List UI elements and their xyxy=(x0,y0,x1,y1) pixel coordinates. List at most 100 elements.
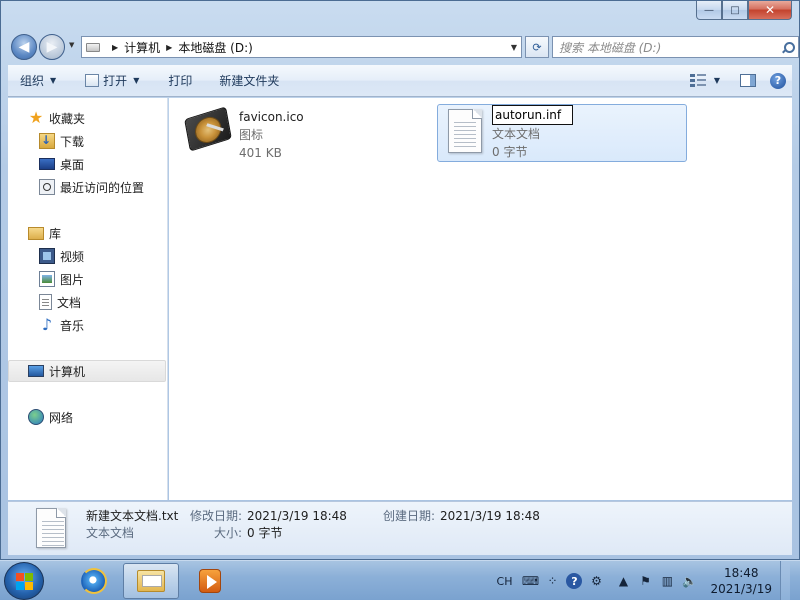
recent-places-icon xyxy=(39,179,55,195)
text-file-icon xyxy=(36,508,66,548)
sidebar-item-label: 音乐 xyxy=(60,318,85,333)
close-button[interactable]: ✕ xyxy=(748,1,792,20)
breadcrumb-arrow-icon[interactable]: ▶ xyxy=(112,43,118,52)
drive-icon xyxy=(86,42,100,52)
computer-icon xyxy=(28,365,44,377)
help-icon[interactable]: ? xyxy=(770,72,786,89)
open-button[interactable]: 打开 ▼ xyxy=(67,65,150,96)
print-button[interactable]: 打印 xyxy=(150,65,203,96)
details-created-label: 创建日期: xyxy=(383,509,436,523)
clock-date: 2021/3/19 xyxy=(710,582,772,596)
notepad-icon xyxy=(85,74,100,87)
open-label: 打开 xyxy=(103,74,128,88)
forward-button[interactable]: ▶ xyxy=(39,34,65,60)
breadcrumb-drive-d[interactable]: 本地磁盘 (D:) xyxy=(178,39,252,56)
sidebar-item-videos[interactable]: 视频 xyxy=(8,245,166,267)
organize-label: 组织 xyxy=(20,74,45,88)
show-desktop-button[interactable] xyxy=(780,561,790,600)
taskbar-ie-button[interactable] xyxy=(66,563,122,599)
clock-time: 18:48 xyxy=(723,566,759,580)
star-icon: ★ xyxy=(28,108,44,127)
file-list: favicon.ico 图标 401 KB 文本文档 0 字节 xyxy=(169,98,792,500)
details-file-name: 新建文本文档.txt xyxy=(86,509,179,523)
sidebar-item-favorites[interactable]: ★ 收藏夹 xyxy=(8,107,166,129)
video-icon xyxy=(39,248,55,264)
windows-logo-icon xyxy=(16,573,34,591)
sidebar-item-computer[interactable]: 计算机 xyxy=(8,360,166,382)
sidebar-item-label: 下载 xyxy=(60,134,85,149)
sidebar-item-libraries[interactable]: 库 xyxy=(8,222,166,244)
sidebar-item-label: 网络 xyxy=(49,410,74,425)
downloads-folder-icon xyxy=(39,133,55,149)
keyboard-icon[interactable]: ⌨ xyxy=(522,573,539,589)
file-info: 文本文档 0 字节 xyxy=(492,105,573,161)
file-item-favicon[interactable]: favicon.ico 图标 401 KB xyxy=(184,104,425,162)
taskbar-explorer-button[interactable] xyxy=(123,563,179,599)
back-button[interactable]: ◀ xyxy=(11,34,37,60)
maximize-button[interactable]: □ xyxy=(722,1,748,20)
sidebar-item-label: 计算机 xyxy=(49,364,86,379)
preview-pane-icon[interactable] xyxy=(740,74,756,87)
action-center-flag-icon[interactable]: ⚑ xyxy=(637,573,653,589)
text-file-icon xyxy=(438,105,486,153)
sidebar-item-label: 最近访问的位置 xyxy=(60,180,145,195)
search-box[interactable]: 搜索 本地磁盘 (D:) xyxy=(552,36,799,58)
view-dropdown-icon[interactable]: ▼ xyxy=(714,76,720,85)
internet-explorer-icon xyxy=(81,568,107,594)
sidebar-item-documents[interactable]: 文档 xyxy=(8,291,166,313)
network-icon xyxy=(28,409,44,425)
chevron-down-icon: ▼ xyxy=(50,76,57,85)
start-button[interactable] xyxy=(4,562,44,600)
caption-buttons: — □ ✕ xyxy=(696,1,792,20)
file-size: 401 KB xyxy=(239,146,282,160)
refresh-button[interactable]: ⟳ xyxy=(525,36,549,58)
address-dropdown-icon[interactable]: ▼ xyxy=(511,43,517,52)
details-modified-value: 2021/3/19 18:48 xyxy=(247,509,347,523)
breadcrumb-arrow-icon[interactable]: ▶ xyxy=(166,43,172,52)
toolbar-right-group: ▼ ? xyxy=(689,72,792,89)
sidebar-item-label: 收藏夹 xyxy=(49,111,86,126)
file-type: 图标 xyxy=(239,128,264,142)
file-item-autorun[interactable]: 文本文档 0 字节 xyxy=(437,104,687,162)
input-options-icon[interactable]: ⁘ xyxy=(544,573,560,589)
sidebar-item-recent-places[interactable]: 最近访问的位置 xyxy=(8,176,166,198)
hard-disk-icon xyxy=(184,104,233,152)
organize-menu[interactable]: 组织 ▼ xyxy=(8,65,67,96)
settings-icon[interactable]: ⚙ xyxy=(588,573,604,589)
recent-pages-dropdown[interactable]: ▼ xyxy=(69,41,74,49)
file-name: favicon.ico xyxy=(239,110,304,124)
desktop-icon xyxy=(39,158,55,170)
command-bar: 组织 ▼ 打开 ▼ 打印 新建文件夹 ▼ ? xyxy=(8,65,792,97)
details-size-label: 大小: xyxy=(214,526,243,540)
search-icon[interactable] xyxy=(782,41,795,53)
details-size-value: 0 字节 xyxy=(247,526,283,540)
change-view-icon[interactable] xyxy=(689,73,706,88)
sidebar-item-network[interactable]: 网络 xyxy=(8,406,166,428)
sidebar-item-pictures[interactable]: 图片 xyxy=(8,268,166,290)
volume-icon[interactable]: 🔈 xyxy=(681,573,697,589)
sidebar-item-label: 视频 xyxy=(60,249,85,264)
libraries-icon xyxy=(28,226,44,240)
explorer-folder-icon xyxy=(137,570,165,592)
rename-input[interactable] xyxy=(492,105,573,125)
file-size: 0 字节 xyxy=(492,145,528,159)
sidebar-item-label: 桌面 xyxy=(60,157,85,172)
show-hidden-icons-icon[interactable]: ▲ xyxy=(615,573,631,589)
new-folder-button[interactable]: 新建文件夹 xyxy=(203,65,290,96)
details-file-type: 文本文档 xyxy=(86,526,135,540)
minimize-button[interactable]: — xyxy=(696,1,722,20)
breadcrumb-computer[interactable]: 计算机 xyxy=(124,39,160,56)
sidebar-item-downloads[interactable]: 下载 xyxy=(8,130,166,152)
sidebar-item-label: 库 xyxy=(49,226,62,241)
search-input[interactable]: 搜索 本地磁盘 (D:) xyxy=(559,39,661,56)
language-indicator[interactable]: CH xyxy=(497,575,513,588)
taskbar-media-player-button[interactable] xyxy=(182,563,238,599)
clock[interactable]: 18:48 2021/3/19 xyxy=(710,565,772,597)
address-bar[interactable]: ▶ 计算机 ▶ 本地磁盘 (D:) ▼ xyxy=(81,36,522,58)
help-icon[interactable]: ? xyxy=(566,573,583,589)
sidebar-item-desktop[interactable]: 桌面 xyxy=(8,153,166,175)
chevron-down-icon: ▼ xyxy=(133,76,140,85)
explorer-window: — □ ✕ ◀ ▶ ▼ ▶ 计算机 ▶ 本地磁盘 (D:) ▼ ⟳ 搜索 本地磁… xyxy=(0,0,800,560)
network-status-icon[interactable]: ▥ xyxy=(659,573,675,589)
sidebar-item-music[interactable]: ♪ 音乐 xyxy=(8,314,166,336)
